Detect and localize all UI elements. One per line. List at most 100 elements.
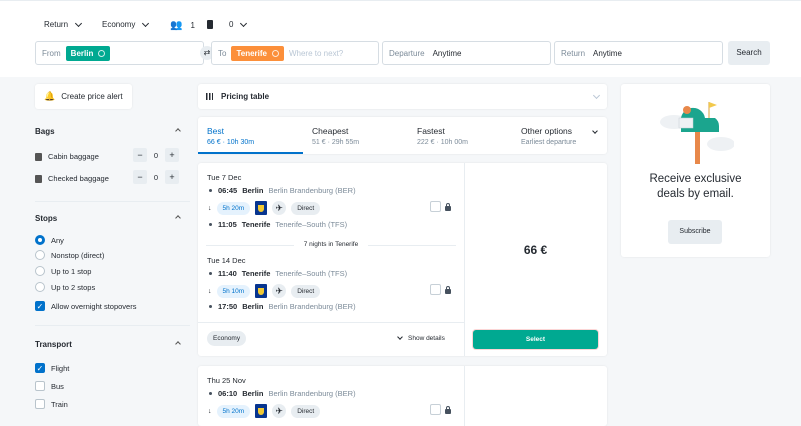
- option-label: Any: [51, 235, 64, 245]
- grid-icon: [206, 93, 213, 100]
- outbound-date: Thu 25 Nov: [207, 376, 246, 385]
- to-label: To: [218, 48, 227, 58]
- return-value: Anytime: [593, 48, 622, 58]
- checkbox[interactable]: [35, 399, 45, 409]
- transport-option-flight[interactable]: ✓ Flight: [35, 363, 69, 373]
- bag-checkbox[interactable]: [430, 284, 441, 295]
- direct-badge: Direct: [291, 201, 321, 215]
- create-price-alert-button[interactable]: 🔔 Create price alert: [35, 84, 132, 109]
- departure-row: 11:40 Tenerife Tenerife–South (TFS): [208, 269, 347, 278]
- stops-option-nonstop[interactable]: Nonstop (direct): [35, 250, 104, 260]
- bag-checkbox[interactable]: [430, 201, 441, 212]
- arrival-row: 17:50 Berlin Berlin Brandenburg (BER): [208, 302, 356, 311]
- radio[interactable]: [35, 250, 45, 260]
- decrement-button[interactable]: −: [133, 170, 147, 184]
- chevron-down-icon: [240, 19, 248, 27]
- transport-header[interactable]: Transport: [35, 340, 181, 349]
- plane-icon: ✈: [272, 201, 287, 215]
- bags-header[interactable]: Bags: [35, 127, 181, 136]
- lock-icon: [445, 406, 451, 414]
- to-value: Tenerife: [236, 48, 267, 58]
- chevron-down-icon: [592, 91, 601, 99]
- checked-baggage-label: Checked baggage: [48, 174, 109, 183]
- duration-badge: 5h 20m: [216, 404, 251, 418]
- passengers-select[interactable]: 👥 1: [170, 20, 195, 31]
- trip-type-value: Return: [44, 20, 69, 29]
- to-field[interactable]: To Tenerife Where to next?: [211, 41, 379, 65]
- trip-type-select[interactable]: Return: [44, 19, 83, 29]
- to-placeholder: Where to next?: [288, 48, 344, 58]
- dep-city: Berlin: [242, 389, 264, 398]
- price-alert-label: Create price alert: [61, 92, 123, 101]
- subscribe-button[interactable]: Subscribe: [668, 220, 722, 244]
- from-value: Berlin: [70, 48, 94, 58]
- mailbox-illustration: [660, 102, 734, 164]
- chevron-down-icon: [397, 334, 403, 340]
- increment-button[interactable]: +: [165, 170, 179, 184]
- return-field[interactable]: Return Anytime: [554, 41, 723, 65]
- stops-option-1-stop[interactable]: Up to 1 stop: [35, 266, 91, 276]
- airline-logo: [255, 201, 268, 215]
- arr-airport: Berlin Brandenburg (BER): [268, 302, 356, 311]
- lock-icon: [445, 286, 451, 294]
- tab-label: Cheapest: [312, 126, 349, 136]
- radio[interactable]: [35, 235, 45, 245]
- radio[interactable]: [35, 266, 45, 276]
- from-field[interactable]: From Berlin: [35, 41, 204, 65]
- departure-field[interactable]: Departure Anytime: [382, 41, 551, 65]
- airline-logo: [255, 284, 268, 298]
- airline-logo: [255, 404, 268, 418]
- chevron-up-icon: [175, 341, 181, 347]
- radio[interactable]: [35, 282, 45, 292]
- tab-other-options[interactable]: Other options Earliest departure: [512, 117, 607, 154]
- decrement-button[interactable]: −: [133, 148, 147, 162]
- remove-icon[interactable]: [271, 49, 279, 57]
- checkbox[interactable]: ✓: [35, 363, 45, 373]
- price: 66 €: [523, 243, 548, 257]
- from-chip: Berlin: [65, 45, 111, 61]
- option-label: Nonstop (direct): [51, 250, 105, 260]
- transport-option-bus[interactable]: Bus: [35, 381, 64, 391]
- checked-bag-icon: [35, 174, 42, 183]
- arr-city: Berlin: [242, 302, 264, 311]
- checkbox[interactable]: ✓: [35, 301, 45, 311]
- checked-baggage-stepper: −0 +: [133, 170, 179, 184]
- bags-select[interactable]: 0: [207, 19, 248, 29]
- stops-option-any[interactable]: Any: [35, 235, 64, 245]
- show-details-button[interactable]: Show details: [397, 334, 445, 342]
- arrival-row: 11:05 Tenerife Tenerife–South (TFS): [208, 220, 347, 229]
- transport-option-train[interactable]: Train: [35, 399, 68, 409]
- tab-cheapest[interactable]: Cheapest 51 € · 29h 55m: [303, 117, 368, 154]
- stops-title: Stops: [35, 214, 58, 223]
- outbound-date: Tue 7 Dec: [207, 173, 242, 182]
- direct-badge: Direct: [291, 284, 321, 298]
- cabin-baggage-label: Cabin baggage: [48, 152, 99, 161]
- cabin-baggage-row: Cabin baggage: [35, 152, 99, 161]
- checkbox[interactable]: [35, 381, 45, 391]
- tab-fastest[interactable]: Fastest 222 € · 10h 00m: [408, 117, 477, 154]
- tab-best[interactable]: Best 66 € · 10h 30m: [198, 117, 303, 154]
- select-button[interactable]: Select: [473, 330, 598, 349]
- increment-button[interactable]: +: [165, 148, 179, 162]
- cabin-select[interactable]: Economy: [102, 19, 150, 29]
- option-label: Up to 2 stops: [51, 282, 96, 292]
- bag-icon: [207, 20, 213, 29]
- bag-checkbox[interactable]: [430, 404, 441, 415]
- duration-badge: 5h 20m: [216, 201, 251, 215]
- option-label: Flight: [51, 363, 70, 373]
- dep-airport: Tenerife–South (TFS): [275, 269, 348, 278]
- dep-airport: Berlin Brandenburg (BER): [268, 186, 356, 195]
- flight-info-row: ↓ 5h 10m ✈ Direct: [208, 284, 321, 298]
- tab-label: Best: [207, 126, 225, 136]
- promo-text: Receive exclusive deals by email.: [649, 173, 742, 200]
- show-details-label: Show details: [408, 335, 445, 342]
- transport-title: Transport: [35, 340, 72, 349]
- remove-icon[interactable]: [98, 49, 106, 57]
- chevron-up-icon: [175, 128, 181, 134]
- stops-option-2-stops[interactable]: Up to 2 stops: [35, 282, 95, 292]
- overnight-stopovers-checkbox[interactable]: ✓ Allow overnight stopovers: [35, 301, 136, 311]
- flight-info-row: ↓ 5h 20m ✈ Direct: [208, 201, 321, 215]
- pricing-table-toggle[interactable]: Pricing table: [198, 84, 607, 109]
- stops-header[interactable]: Stops: [35, 214, 181, 223]
- search-button[interactable]: Search: [728, 41, 770, 65]
